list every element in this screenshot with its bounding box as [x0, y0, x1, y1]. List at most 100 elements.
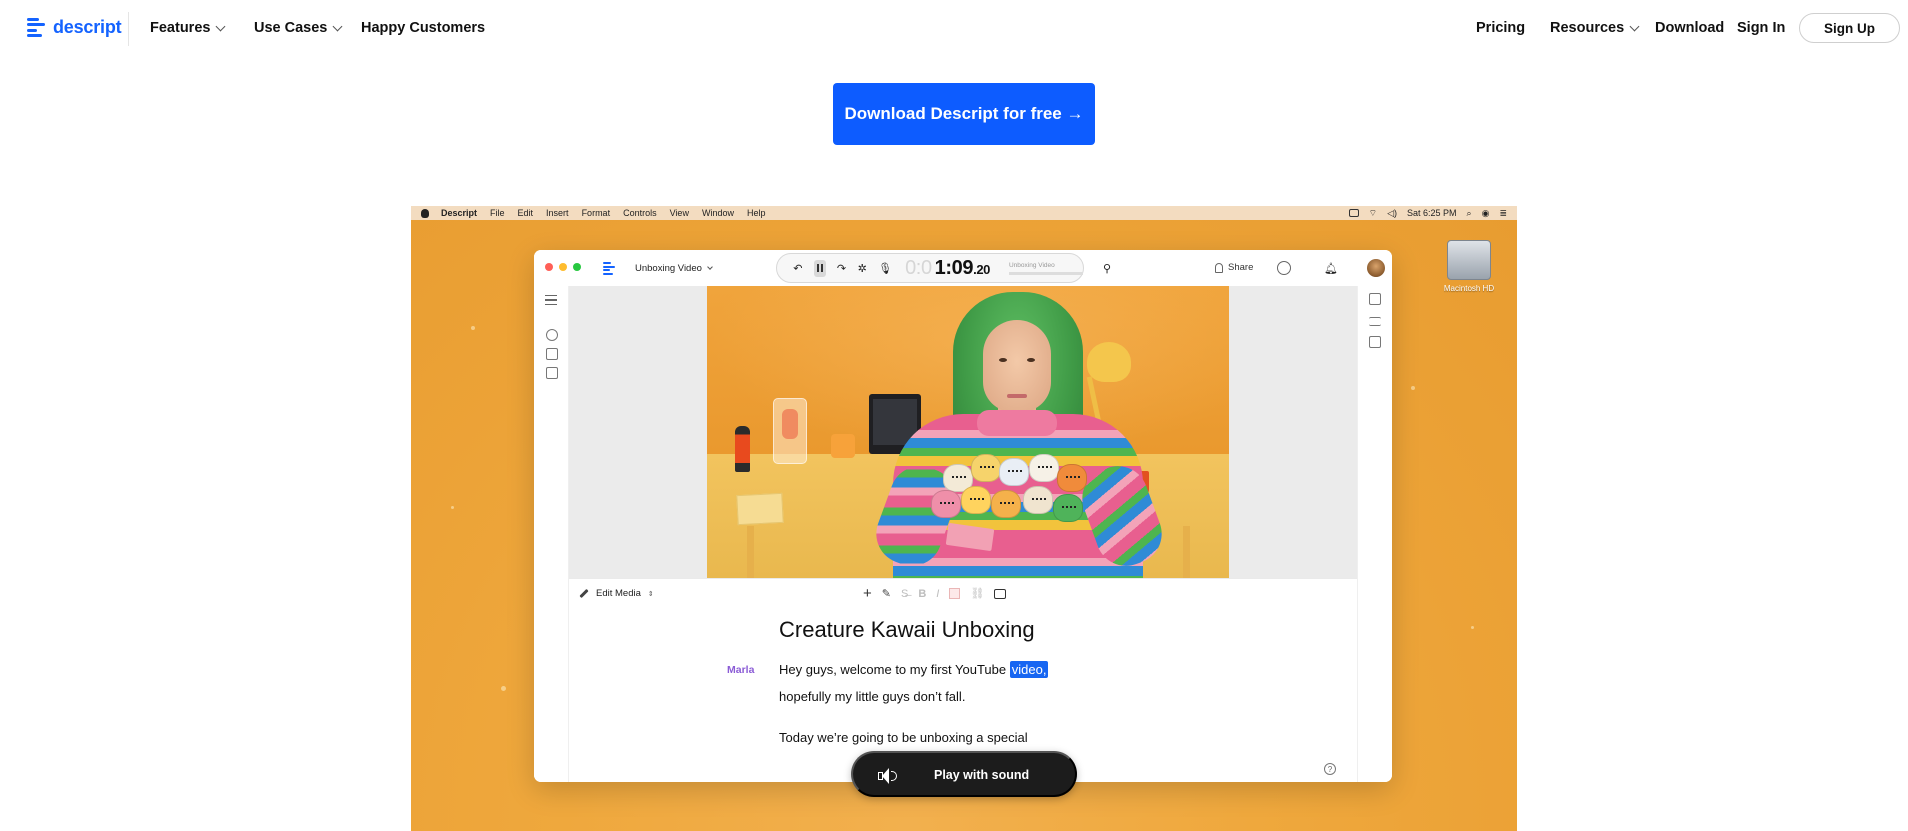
product-demo-video[interactable]: Descript File Edit Insert Format Control… — [411, 206, 1517, 831]
timecode-main: 1:09 — [934, 256, 974, 279]
layout-icon — [1369, 293, 1381, 305]
chevron-down-icon — [707, 263, 713, 270]
apple-icon — [421, 208, 429, 218]
nav-use-cases-label: Use Cases — [254, 20, 328, 36]
share-control: Share — [1215, 262, 1253, 273]
plush-toy — [1023, 486, 1053, 514]
nav-download-label: Download — [1655, 20, 1725, 36]
top-navigation: descript Features Use Cases Happy Custom… — [0, 0, 1908, 58]
brand-logo[interactable]: descript — [27, 17, 122, 38]
properties-icon — [1369, 317, 1381, 326]
document-icon — [1348, 209, 1359, 217]
project-name: Unboxing Video — [635, 263, 702, 274]
link-icon: ⛓︎ — [970, 588, 985, 600]
play-with-sound-button[interactable]: Play with sound — [851, 751, 1077, 797]
list-icon: ≣ — [1499, 207, 1507, 218]
format-toolbar: + ✎ S̶ B I ⛓︎ — [863, 584, 1007, 602]
highlighter-icon: ✎ — [881, 588, 891, 600]
timecode: 0:0 1:09.20 — [905, 257, 990, 280]
video-frame — [707, 286, 1229, 578]
descript-logo-icon — [27, 17, 45, 38]
nav-use-cases[interactable]: Use Cases — [254, 20, 343, 36]
timecode-fraction: .20 — [973, 261, 990, 277]
edit-media-label: Edit Media — [596, 588, 641, 599]
nav-happy-customers-label: Happy Customers — [361, 20, 486, 36]
publish-icon — [1277, 261, 1291, 275]
descript-logo-icon — [603, 262, 615, 275]
zoom-icon — [573, 263, 581, 271]
share-person-icon — [1215, 262, 1223, 273]
search-icon — [546, 329, 558, 341]
close-icon — [545, 263, 553, 271]
nav-pricing-label: Pricing — [1476, 20, 1526, 36]
mac-menubar: Descript File Edit Insert Format Control… — [411, 206, 1517, 220]
menubar-insert: Insert — [546, 208, 569, 218]
transcript-highlighted-word: video, — [1009, 661, 1049, 678]
bold-icon: B — [918, 587, 927, 600]
pause-icon — [813, 259, 826, 277]
window-controls — [545, 263, 581, 271]
nav-sign-in[interactable]: Sign In — [1737, 20, 1785, 36]
hard-drive-icon — [1447, 240, 1491, 280]
menubar-controls: Controls — [623, 208, 657, 218]
plush-toy — [1057, 464, 1087, 492]
desktop-hard-drive: Macintosh HD — [1439, 240, 1499, 293]
nav-pricing[interactable]: Pricing — [1476, 20, 1525, 36]
plus-icon: + — [863, 584, 872, 602]
editor-toolbar: Edit Media ⇕ + ✎ S̶ B I ⛓︎ — [569, 579, 1357, 609]
italic-icon: I — [936, 587, 940, 600]
transcript-text: Hey guys, welcome to my first YouTube — [779, 662, 1010, 677]
microphone-icon: 🎙︎ — [878, 262, 893, 275]
magic-icon: ✲ — [857, 262, 867, 275]
person-face — [983, 320, 1051, 412]
voice-selector: Unboxing Video — [1008, 261, 1083, 275]
comment-icon — [994, 588, 1007, 599]
comment-icon — [1369, 336, 1381, 348]
project-selector: Unboxing Video — [635, 263, 713, 274]
menubar-format: Format — [581, 208, 611, 218]
pin-icon: ⚲ — [1102, 262, 1112, 275]
chevron-down-icon — [332, 21, 343, 31]
speaker-label: Marla — [727, 664, 755, 676]
menubar-view: View — [669, 208, 689, 218]
nav-resources[interactable]: Resources — [1550, 20, 1640, 36]
edit-media-selector: Edit Media ⇕ — [579, 588, 654, 599]
library-icon — [546, 367, 558, 379]
nav-features[interactable]: Features — [150, 20, 226, 36]
plush-toy — [1053, 494, 1083, 522]
menubar-file: File — [490, 208, 505, 218]
plush-toy — [971, 454, 1001, 482]
updown-icon: ⇕ — [647, 590, 654, 598]
nav-features-label: Features — [150, 20, 211, 36]
nav-sign-in-label: Sign In — [1737, 20, 1786, 36]
volume-icon: ◁) — [1387, 207, 1398, 218]
bell-icon: 🔔︎ — [1324, 262, 1338, 275]
share-label: Share — [1228, 262, 1254, 273]
menu-icon — [545, 295, 557, 308]
nav-happy-customers[interactable]: Happy Customers — [361, 20, 485, 36]
menubar-app-name: Descript — [441, 208, 478, 218]
search-icon: ⌕ — [1466, 207, 1472, 218]
color-swatch-icon — [949, 588, 961, 599]
redo-icon: ↷ — [836, 262, 847, 275]
plush-toy — [1029, 454, 1059, 482]
transcript-line: hopefully my little guys don’t fall. — [779, 689, 966, 704]
plush-toy — [991, 490, 1021, 518]
chevron-down-icon — [216, 21, 226, 31]
plush-toy — [999, 458, 1029, 486]
files-icon — [546, 348, 558, 360]
menubar-help: Help — [746, 208, 766, 218]
download-cta-button[interactable]: Download Descript for free → — [833, 83, 1095, 145]
menubar-clock: Sat 6:25 PM — [1407, 208, 1457, 218]
avatar — [1367, 259, 1385, 277]
nav-download[interactable]: Download — [1655, 20, 1724, 36]
plush-toy — [961, 486, 991, 514]
menubar-window: Window — [701, 208, 734, 218]
descript-app-window: Unboxing Video ↶ ↷ ✲ 🎙︎ 0:0 1:09.20 Unbox… — [534, 250, 1392, 782]
transport-controls: ↶ ↷ ✲ 🎙︎ 0:0 1:09.20 Unboxing Video — [776, 253, 1084, 283]
wifi-icon: ⌔ — [1368, 207, 1378, 218]
menubar-status-area: ⌔ ◁) Sat 6:25 PM ⌕ ◉ ≣ — [1348, 206, 1507, 220]
voice-label: Unboxing Video — [1008, 261, 1055, 269]
sign-up-button[interactable]: Sign Up — [1799, 13, 1900, 43]
hard-drive-label: Macintosh HD — [1443, 284, 1495, 293]
